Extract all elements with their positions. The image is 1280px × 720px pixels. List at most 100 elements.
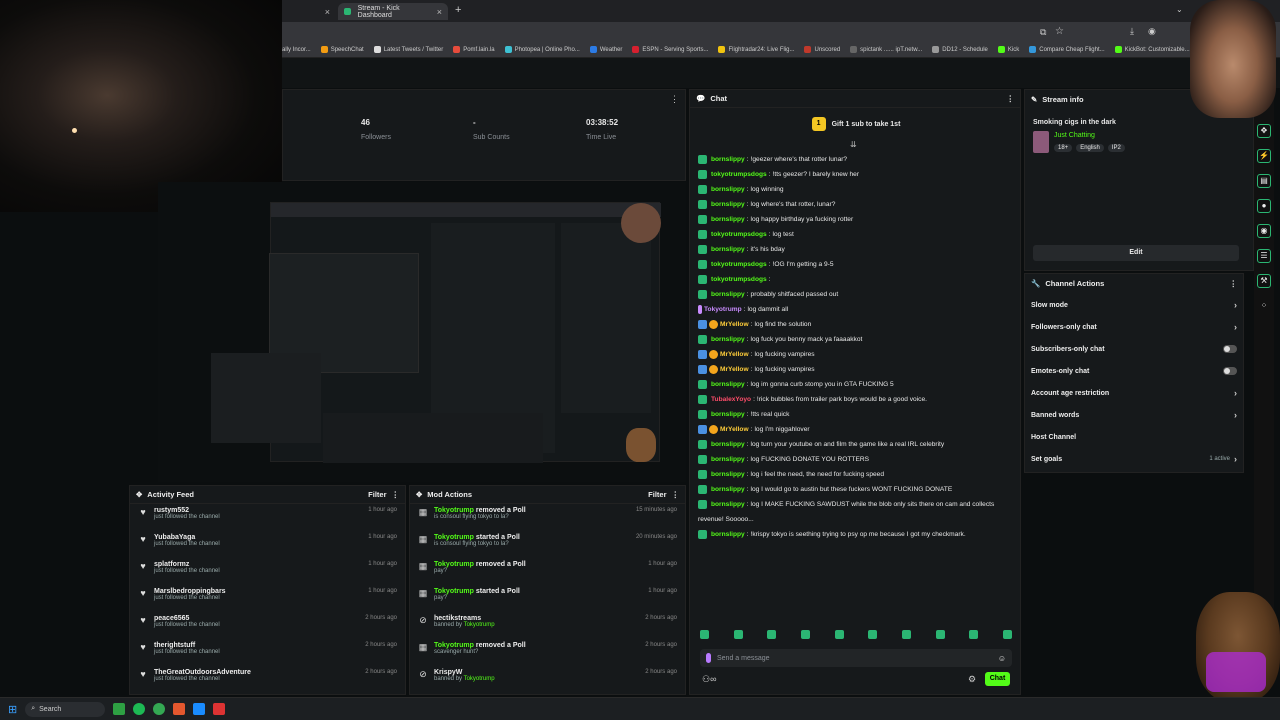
- bookmark-item[interactable]: spictank ...... ipT.netw...: [850, 46, 922, 53]
- bookmark-item[interactable]: Flightradar24: Live Flig...: [718, 46, 794, 53]
- chat-username[interactable]: bornslippy: [711, 456, 745, 463]
- mod-detail-actor[interactable]: Tokyotrump: [464, 676, 495, 682]
- chat-username[interactable]: bornslippy: [711, 291, 745, 298]
- settings-gear-icon[interactable]: ⚙: [968, 674, 976, 685]
- activity-username[interactable]: splatformz: [154, 561, 362, 568]
- download-icon[interactable]: ⤓: [1130, 26, 1134, 37]
- mod-actor[interactable]: Tokyotrump: [434, 561, 474, 568]
- more-icon[interactable]: ⋮: [1230, 279, 1238, 288]
- chat-username[interactable]: bornslippy: [711, 156, 745, 163]
- users-icon[interactable]: ⚇∞: [702, 674, 716, 685]
- channel-action-slow-mode[interactable]: Slow mode ›: [1025, 294, 1243, 316]
- mod-actor[interactable]: Tokyotrump: [434, 588, 474, 595]
- chat-username[interactable]: MrYellow: [720, 366, 749, 373]
- bookmark-item[interactable]: Compare Cheap Flight...: [1029, 46, 1105, 53]
- bookmark-item[interactable]: KickBot: Customizable...: [1114, 46, 1190, 53]
- chat-username[interactable]: MrYellow: [720, 426, 749, 433]
- chat-username[interactable]: tokyotrumpsdogs: [711, 231, 767, 238]
- mod-actor[interactable]: Tokyotrump: [434, 534, 474, 541]
- more-icon[interactable]: ⋮: [670, 94, 679, 105]
- pinned-gift-banner[interactable]: 1 Gift 1 sub to take 1st: [690, 116, 1022, 132]
- chat-username[interactable]: MrYellow: [720, 351, 749, 358]
- emote-icon[interactable]: [700, 630, 709, 639]
- channel-action-emotes-only-chat[interactable]: Emotes-only chat: [1025, 360, 1243, 382]
- star-icon[interactable]: ☆: [1055, 26, 1064, 37]
- close-tab-icon[interactable]: ×: [325, 7, 330, 17]
- apps-icon[interactable]: ⁘: [1257, 299, 1271, 313]
- emote-icon[interactable]: [868, 630, 878, 639]
- windows-start-icon[interactable]: ⊞: [8, 703, 17, 716]
- steam-icon[interactable]: [193, 703, 206, 715]
- chat-username[interactable]: bornslippy: [711, 471, 745, 478]
- chat-username[interactable]: MrYellow: [720, 321, 749, 328]
- activity-username[interactable]: rustym552: [154, 507, 362, 514]
- channel-action-followers-only-chat[interactable]: Followers-only chat ›: [1025, 316, 1243, 338]
- activity-username[interactable]: peace6565: [154, 615, 359, 622]
- chat-username[interactable]: bornslippy: [711, 186, 745, 193]
- chat-username[interactable]: bornslippy: [711, 336, 745, 343]
- app-icon[interactable]: [213, 703, 226, 715]
- chevron-down-icon[interactable]: ⌄: [1176, 5, 1183, 14]
- activity-username[interactable]: Marslbedroppingbars: [154, 588, 362, 595]
- browser-tab-prev[interactable]: ×: [283, 3, 336, 20]
- app-icon[interactable]: [113, 703, 126, 715]
- bookmark-item[interactable]: Unscored: [804, 46, 840, 53]
- chrome-icon[interactable]: [153, 703, 166, 715]
- bookmark-item[interactable]: SpeechChat: [320, 46, 364, 53]
- chat-username[interactable]: bornslippy: [711, 501, 745, 508]
- chat-username[interactable]: bornslippy: [711, 441, 745, 448]
- emote-icon[interactable]: [1002, 630, 1012, 639]
- more-icon[interactable]: ⋮: [1007, 94, 1015, 103]
- chat-username[interactable]: tokyotrumpsdogs: [711, 171, 767, 178]
- bookmark-item[interactable]: Photopea | Online Pho...: [504, 46, 580, 53]
- tools-icon[interactable]: ⚒: [1257, 274, 1271, 288]
- send-chat-button[interactable]: Chat: [985, 672, 1010, 686]
- chat-username[interactable]: bornslippy: [711, 246, 745, 253]
- taskbar-search[interactable]: ⌕ Search: [25, 701, 106, 717]
- channel-action-set-goals[interactable]: Set goals 1 active ›: [1025, 448, 1243, 470]
- channel-action-subscribers-only-chat[interactable]: Subscribers-only chat: [1025, 338, 1243, 360]
- close-tab-icon[interactable]: ×: [437, 7, 442, 17]
- more-icon[interactable]: ⋮: [392, 490, 400, 499]
- mod-actor[interactable]: Tokyotrump: [434, 507, 474, 514]
- app-icon[interactable]: [173, 703, 186, 715]
- chat-bubble-icon[interactable]: ●: [1257, 199, 1271, 213]
- emote-icon[interactable]: [800, 630, 810, 639]
- move-icon[interactable]: ✥: [1257, 124, 1271, 138]
- emote-icon[interactable]: [969, 630, 979, 639]
- chat-username[interactable]: bornslippy: [711, 201, 745, 208]
- emote-icon[interactable]: [733, 630, 743, 639]
- toggle-switch[interactable]: [1223, 345, 1237, 353]
- toggle-switch[interactable]: [1223, 367, 1237, 375]
- activity-username[interactable]: YubabaYaga: [154, 534, 362, 541]
- chat-username[interactable]: bornslippy: [711, 411, 745, 418]
- chat-username[interactable]: bornslippy: [711, 531, 745, 538]
- mod-actor[interactable]: KrispyW: [434, 669, 462, 676]
- activity-username[interactable]: TheGreatOutdoorsAdventure: [154, 669, 359, 676]
- chat-username[interactable]: TubalexYoyo: [711, 396, 751, 403]
- chat-username[interactable]: tokyotrumpsdogs: [711, 276, 767, 283]
- clipboard-icon[interactable]: ▤: [1257, 174, 1271, 188]
- bookmark-item[interactable]: Weather: [589, 46, 622, 53]
- drag-handle-icon[interactable]: ✥: [136, 490, 142, 499]
- channel-action-host-channel[interactable]: Host Channel: [1025, 426, 1243, 448]
- lightning-icon[interactable]: ⚡: [1257, 149, 1271, 163]
- mod-actor[interactable]: Tokyotrump: [434, 642, 474, 649]
- stream-preview[interactable]: [158, 182, 686, 482]
- chat-input[interactable]: Send a message ☺: [700, 649, 1012, 667]
- chat-username[interactable]: bornslippy: [711, 381, 745, 388]
- new-tab-button[interactable]: +: [455, 4, 461, 16]
- bookmark-item[interactable]: ESPN - Serving Sports...: [632, 46, 708, 53]
- chat-username[interactable]: bornslippy: [711, 486, 745, 493]
- bookmark-item[interactable]: Kick: [997, 46, 1019, 53]
- emote-icon[interactable]: [834, 630, 844, 639]
- broadcast-icon[interactable]: ◉: [1257, 224, 1271, 238]
- chat-username[interactable]: bornslippy: [711, 216, 745, 223]
- mod-filter-button[interactable]: Filter: [648, 490, 666, 499]
- spotify-icon[interactable]: [133, 703, 146, 715]
- more-icon[interactable]: ⋮: [672, 490, 680, 499]
- bookmark-item[interactable]: Latest Tweets / Twitter: [373, 46, 443, 53]
- bookmark-item[interactable]: Pomf.lain.la: [453, 46, 495, 53]
- mod-actor[interactable]: hectikstreams: [434, 615, 481, 622]
- emote-icon[interactable]: [767, 630, 777, 639]
